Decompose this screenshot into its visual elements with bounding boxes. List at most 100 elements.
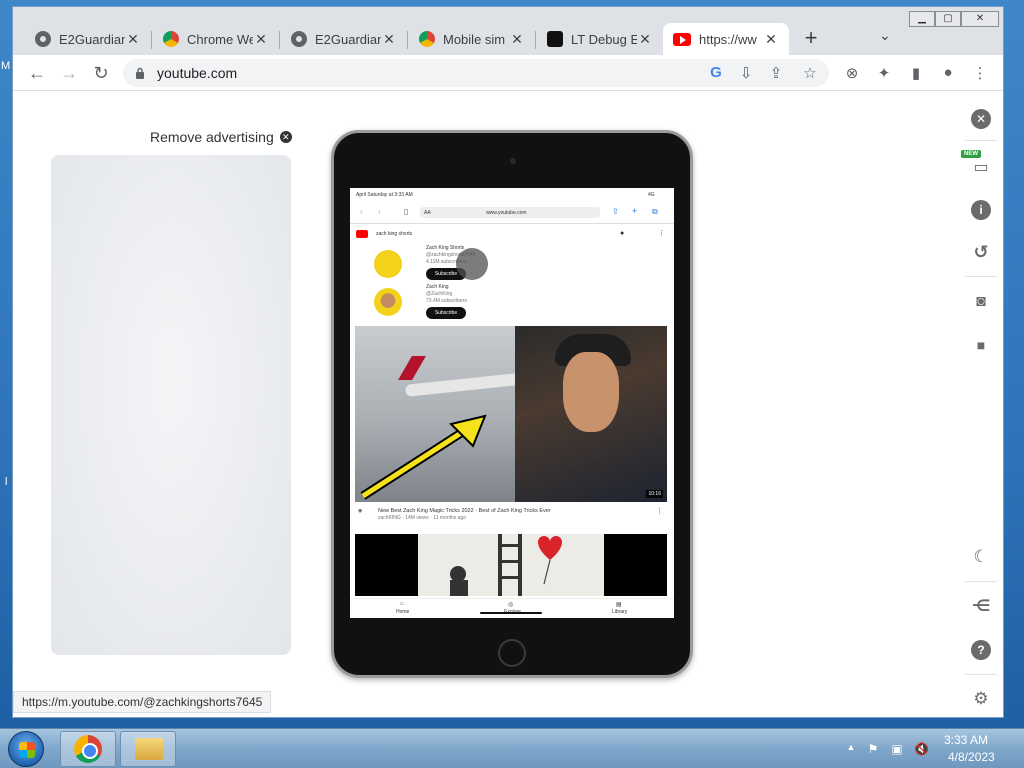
youtube-icon: [673, 32, 691, 46]
safari-forward-icon[interactable]: ›: [378, 207, 381, 216]
search-query[interactable]: zach king shorts: [376, 231, 412, 237]
folder-icon: [135, 738, 163, 760]
maximize-button[interactable]: ▢: [935, 11, 961, 27]
tab-search-button[interactable]: ⌄: [879, 27, 891, 44]
help-icon[interactable]: ?: [971, 640, 991, 660]
balloon-girl-art: [450, 534, 562, 596]
url-text: youtube.com: [157, 65, 238, 81]
show-hidden-icons[interactable]: ▲: [844, 742, 858, 752]
settings-icon[interactable]: ⚙: [971, 689, 991, 709]
sidebar-divider: [965, 581, 997, 582]
new-tab-button[interactable]: +: [799, 25, 823, 51]
video-thumbnail[interactable]: 10:16: [355, 326, 667, 502]
lt-debug-icon: [547, 31, 563, 47]
video-more-icon[interactable]: ⋮: [656, 507, 663, 515]
tab-separator: [151, 31, 152, 49]
install-icon[interactable]: ⇩: [737, 64, 755, 82]
browser-menu-icon[interactable]: ⋮: [971, 64, 989, 82]
safari-newtab-icon[interactable]: +: [632, 206, 637, 216]
youtube-bottom-nav: Home Explore Library ⌂ ◎ ▤: [350, 598, 674, 618]
safari-address-bar[interactable]: AA www.youtube.com: [420, 207, 600, 218]
tab-mobile-simulator[interactable]: Mobile sim ✕: [409, 23, 535, 55]
chrome-webstore-icon: [163, 31, 179, 47]
tab-close-icon[interactable]: ✕: [637, 31, 653, 48]
tab-close-icon[interactable]: ✕: [253, 31, 269, 48]
taskbar-explorer[interactable]: [120, 731, 176, 767]
camera-icon[interactable]: ◙: [971, 292, 991, 312]
action-center-flag-icon[interactable]: ⚑: [866, 742, 880, 756]
google-translate-icon[interactable]: G: [707, 64, 725, 81]
safari-tabs-icon[interactable]: ⧉: [652, 207, 658, 217]
video-record-icon[interactable]: ■: [971, 335, 991, 355]
clock-time[interactable]: 3:33 AM: [944, 733, 988, 747]
channel-name[interactable]: Zach King: [426, 284, 449, 290]
safari-share-icon[interactable]: ⇪: [612, 207, 619, 216]
more-icon[interactable]: ⋮: [658, 229, 665, 237]
forward-button[interactable]: →: [59, 63, 79, 83]
tab-lt-debug[interactable]: LT Debug E ✕: [537, 23, 663, 55]
close-icon[interactable]: ✕: [971, 109, 991, 129]
video-title[interactable]: New Best Zach King Magic Tricks 2022 - B…: [378, 508, 551, 514]
share-icon[interactable]: ⋲: [971, 597, 991, 617]
back-button[interactable]: ←: [27, 63, 47, 83]
tab-close-icon[interactable]: ✕: [381, 31, 397, 48]
safari-url-text: www.youtube.com: [486, 210, 527, 216]
dark-mode-icon[interactable]: ☾: [971, 547, 991, 567]
device-screen[interactable]: April Saturday at 3:33 AM 4G ‹ › ▯ AA ww…: [350, 188, 674, 618]
channel-avatar[interactable]: [374, 288, 402, 316]
minimize-button[interactable]: ▁: [909, 11, 935, 27]
volume-muted-icon[interactable]: 🔇: [914, 742, 929, 756]
nav-library[interactable]: Library: [612, 609, 627, 615]
tab-close-icon[interactable]: ✕: [509, 31, 525, 48]
subscribe-button[interactable]: Subscribe: [426, 307, 466, 319]
video-thumbnail[interactable]: [355, 534, 667, 596]
tab-close-icon[interactable]: ✕: [763, 31, 779, 48]
info-icon[interactable]: i: [971, 200, 991, 220]
tab-e2guardian-1[interactable]: E2Guardian ✕: [25, 23, 151, 55]
tab-chrome-webstore[interactable]: Chrome We ✕: [153, 23, 279, 55]
ad-placeholder: [51, 155, 291, 655]
rotate-icon[interactable]: ↺: [971, 242, 991, 262]
mic-icon[interactable]: ●: [620, 230, 624, 237]
tab-strip: ▁ ▢ ✕ E2Guardian ✕ Chrome We ✕ E2Guardia…: [13, 7, 1003, 55]
ipad-home-button[interactable]: [498, 639, 526, 667]
safari-sidebar-icon[interactable]: ▯: [404, 207, 408, 216]
address-bar[interactable]: youtube.com G ⇩ ⇪ ☆: [123, 59, 829, 87]
tab-youtube-active[interactable]: https://ww ✕: [663, 23, 789, 55]
start-button[interactable]: [8, 731, 44, 767]
channel-name[interactable]: Zach King Shorts: [426, 245, 464, 251]
link-status-bar: https://m.youtube.com/@zachkingshorts764…: [13, 691, 272, 713]
tab-separator: [535, 31, 536, 49]
profile-avatar-icon[interactable]: ●: [939, 64, 957, 81]
channel-mini-avatar[interactable]: ◉: [358, 508, 362, 514]
remove-advertising-link[interactable]: Remove advertising ✕: [150, 129, 292, 145]
bookmark-star-icon[interactable]: ☆: [801, 64, 819, 82]
tab-e2guardian-2[interactable]: E2Guardian ✕: [281, 23, 407, 55]
video-meta: zachKING · 14M views · 11 months ago: [378, 515, 466, 521]
network-icon[interactable]: ▣: [890, 742, 904, 756]
tab-close-icon[interactable]: ✕: [125, 31, 141, 48]
taskbar-chrome[interactable]: [60, 731, 116, 767]
tab-separator: [407, 31, 408, 49]
compass-icon: ◎: [508, 602, 514, 608]
share-icon[interactable]: ⇪: [767, 64, 785, 82]
channel-avatar[interactable]: [374, 250, 402, 278]
extension-icon[interactable]: ⊗: [843, 64, 861, 82]
camera-dot: [510, 158, 516, 164]
nav-home[interactable]: Home: [396, 609, 409, 615]
remove-advertising-label: Remove advertising: [150, 129, 274, 145]
reload-button[interactable]: ↻: [91, 63, 111, 83]
close-window-button[interactable]: ✕: [961, 11, 999, 27]
device-sidebar: ✕ NEW ▭ i ↺ ◙ ■ ☾ ⋲ ? ⚙: [957, 92, 1003, 717]
desktop-edge-text: M: [1, 60, 11, 72]
windows-logo-icon: [19, 742, 35, 758]
safari-back-icon[interactable]: ‹: [360, 207, 363, 216]
extensions-puzzle-icon[interactable]: ✦: [875, 64, 893, 82]
side-panel-icon[interactable]: ▮: [907, 64, 925, 82]
clock-date[interactable]: 4/8/2023: [948, 750, 995, 764]
chrome-icon: [74, 735, 102, 763]
close-circle-icon[interactable]: ✕: [279, 131, 292, 143]
desktop-edge-text: l: [5, 476, 8, 488]
devices-icon[interactable]: ▭: [971, 158, 991, 178]
thumbnail-art: [418, 534, 604, 596]
